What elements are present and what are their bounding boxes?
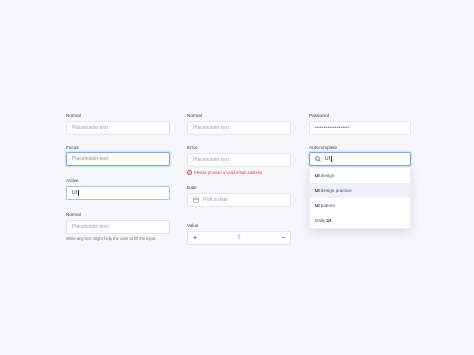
suggestion-item[interactable]: UI design (310, 168, 410, 183)
quantity-stepper[interactable]: + 0 − (187, 231, 291, 245)
suggestion-item-highlighted[interactable]: UI design practice (310, 183, 410, 198)
text-caret-2 (331, 156, 332, 162)
calendar-icon (193, 197, 199, 203)
normal-placeholder-2: Placeholder text (193, 125, 229, 131)
autocomplete-value: UI (325, 156, 330, 162)
autocomplete-label: Autocomplete (309, 145, 338, 150)
error-message: ! Please provide a valid email address (187, 170, 262, 175)
suggestion-item[interactable]: UI pattern (310, 198, 410, 213)
helper-text: Write any text might help the user to fi… (66, 236, 157, 241)
normal-text-input-2[interactable]: Placeholder text (187, 121, 291, 135)
normal-label: Normal (66, 113, 81, 118)
active-text-input[interactable]: UI (66, 186, 170, 200)
decrement-button[interactable]: − (276, 232, 290, 244)
normal-placeholder: Placeholder text (72, 125, 108, 131)
normal-label-2: Normal (187, 113, 202, 118)
error-placeholder: Placeholder text (193, 157, 229, 163)
suggestion-rest: design practice (320, 188, 352, 193)
increment-button[interactable]: + (188, 232, 202, 244)
helper-field-placeholder: Placeholder text (72, 224, 108, 230)
date-picker-input[interactable]: Pick a date (187, 193, 291, 207)
active-value: UI (72, 190, 77, 196)
password-input[interactable]: •••••••••••••••• (309, 121, 411, 135)
password-label: Password (309, 113, 330, 118)
suggestion-match: UI (315, 203, 320, 208)
value-label: Value (187, 223, 199, 228)
suggestion-match: UI (315, 188, 320, 193)
autocomplete-input[interactable]: UI (309, 152, 411, 166)
suggestion-match: UI (326, 218, 331, 223)
helper-text-input[interactable]: Placeholder text (66, 220, 170, 234)
password-value: •••••••••••••••• (315, 125, 350, 131)
suggestion-rest: pattern (320, 203, 336, 208)
error-label: Error (187, 145, 198, 150)
suggestion-match: UI (315, 173, 320, 178)
suggestion-item[interactable]: Daily UI (310, 213, 410, 228)
focus-label: Focus (66, 145, 79, 150)
suggestion-rest: design (320, 173, 335, 178)
error-message-text: Please provide a valid email address (194, 170, 263, 175)
active-label: Active (66, 178, 79, 183)
normal-text-input[interactable]: Placeholder text (66, 121, 170, 135)
alert-icon: ! (187, 170, 192, 175)
date-label: Date (187, 185, 197, 190)
suggestion-prefix: Daily (315, 218, 326, 223)
stepper-value: 0 (237, 235, 241, 241)
autocomplete-dropdown: UI design UI design practice UI pattern … (309, 167, 411, 229)
focus-placeholder: Placeholder text (72, 156, 108, 162)
search-icon (315, 156, 321, 162)
text-caret (78, 190, 79, 196)
focus-text-input[interactable]: Placeholder text (66, 152, 170, 166)
error-text-input[interactable]: Placeholder text (187, 153, 291, 167)
date-placeholder: Pick a date (203, 197, 228, 203)
helper-field-label: Normal (66, 212, 81, 217)
